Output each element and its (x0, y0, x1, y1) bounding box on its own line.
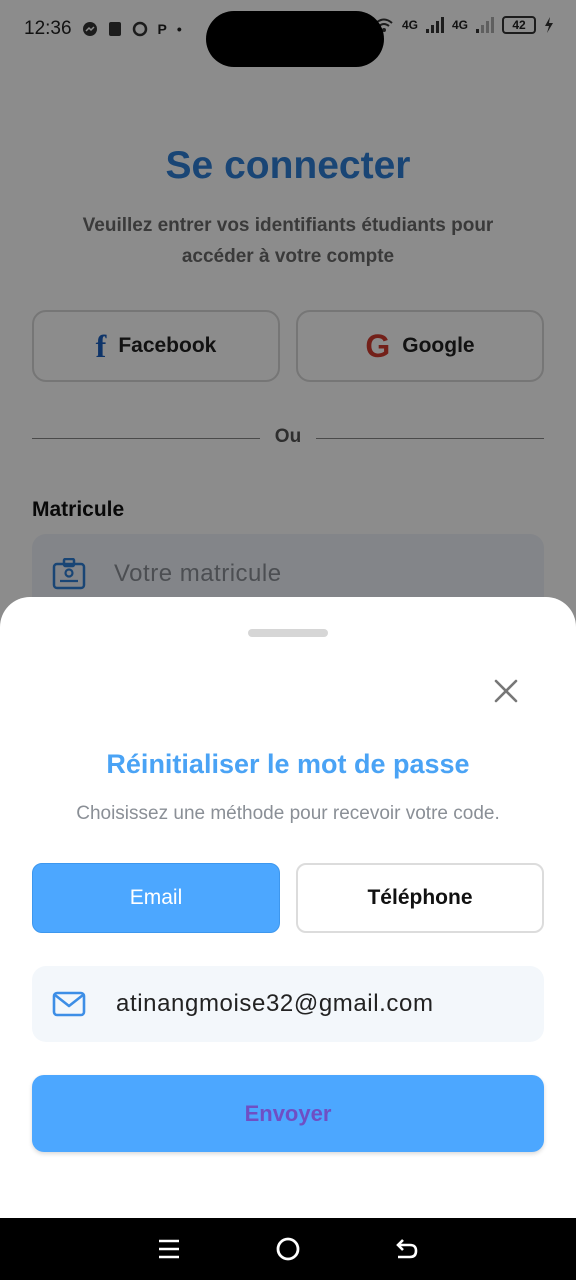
camera-cutout (206, 11, 384, 67)
tab-email-label: Email (129, 886, 183, 909)
send-button[interactable]: Envoyer (32, 1075, 544, 1152)
menu-icon (159, 1239, 180, 1259)
close-button[interactable] (488, 673, 524, 709)
reset-password-sheet: Réinitialiser le mot de passe Choisissez… (0, 597, 576, 1218)
back-arrow-icon (395, 1239, 417, 1259)
close-icon (494, 679, 518, 703)
tab-phone-label: Téléphone (367, 886, 473, 909)
sheet-title: Réinitialiser le mot de passe (106, 749, 470, 779)
navigation-bar (0, 1218, 576, 1280)
drag-handle[interactable] (248, 629, 328, 637)
email-value: atinangmoise32@gmail.com (116, 990, 434, 1017)
home-circle-icon (276, 1237, 300, 1261)
tab-phone[interactable]: Téléphone (296, 863, 544, 933)
email-icon (52, 991, 86, 1017)
sheet-subtitle: Choisissez une méthode pour recevoir vot… (76, 803, 500, 824)
recents-button[interactable] (149, 1229, 189, 1269)
back-button[interactable] (387, 1229, 427, 1269)
home-button[interactable] (268, 1229, 308, 1269)
tab-email[interactable]: Email (32, 863, 280, 933)
send-button-label: Envoyer (244, 1100, 332, 1126)
email-field[interactable]: atinangmoise32@gmail.com (32, 966, 544, 1042)
